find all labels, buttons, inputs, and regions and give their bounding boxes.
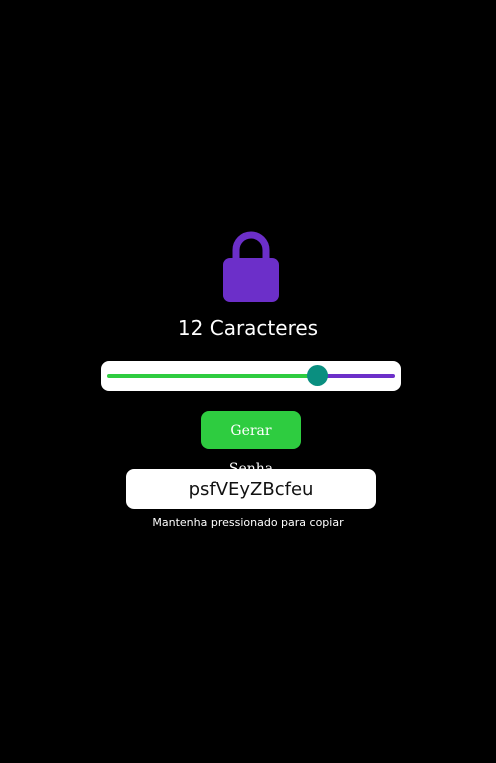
lock-icon [223, 231, 279, 302]
lock-body [223, 258, 279, 302]
lock-shackle [232, 231, 270, 262]
length-slider[interactable] [101, 361, 401, 391]
slider-filled-track [107, 374, 317, 378]
slider-track[interactable] [107, 374, 395, 378]
app-screen: 12 Caracteres Gerar Senha psfVEyZBcfeu M… [0, 0, 496, 763]
password-output[interactable]: psfVEyZBcfeu [126, 469, 376, 509]
generate-password-button[interactable]: Gerar Senha [201, 411, 301, 477]
slider-remaining-track [317, 374, 395, 378]
character-count-title: 12 Caracteres [177, 316, 319, 340]
copy-hint: Mantenha pressionado para copiar [152, 516, 344, 529]
slider-thumb[interactable] [306, 365, 328, 386]
